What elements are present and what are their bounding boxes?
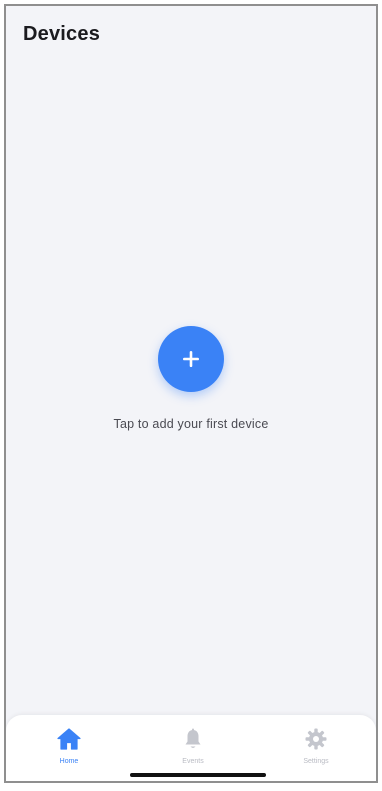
bottom-tab-bar: Home Events Settings bbox=[6, 715, 376, 781]
tab-home[interactable]: Home bbox=[37, 727, 101, 765]
tab-settings[interactable]: Settings bbox=[284, 727, 348, 765]
app-screen: Devices Tap to add your first device Hom… bbox=[4, 4, 378, 783]
empty-state-hint: Tap to add your first device bbox=[113, 417, 269, 431]
add-device-button[interactable] bbox=[158, 326, 224, 392]
gear-icon bbox=[305, 728, 327, 750]
tab-settings-label: Settings bbox=[303, 758, 329, 765]
home-indicator bbox=[130, 773, 266, 777]
tab-home-label: Home bbox=[59, 758, 79, 765]
plus-icon bbox=[183, 351, 199, 367]
tab-events[interactable]: Events bbox=[161, 727, 225, 765]
bell-icon bbox=[185, 728, 201, 748]
tab-events-label: Events bbox=[182, 758, 204, 765]
page-title: Devices bbox=[23, 23, 101, 45]
home-icon bbox=[57, 728, 81, 750]
empty-state: Tap to add your first device bbox=[6, 326, 376, 431]
